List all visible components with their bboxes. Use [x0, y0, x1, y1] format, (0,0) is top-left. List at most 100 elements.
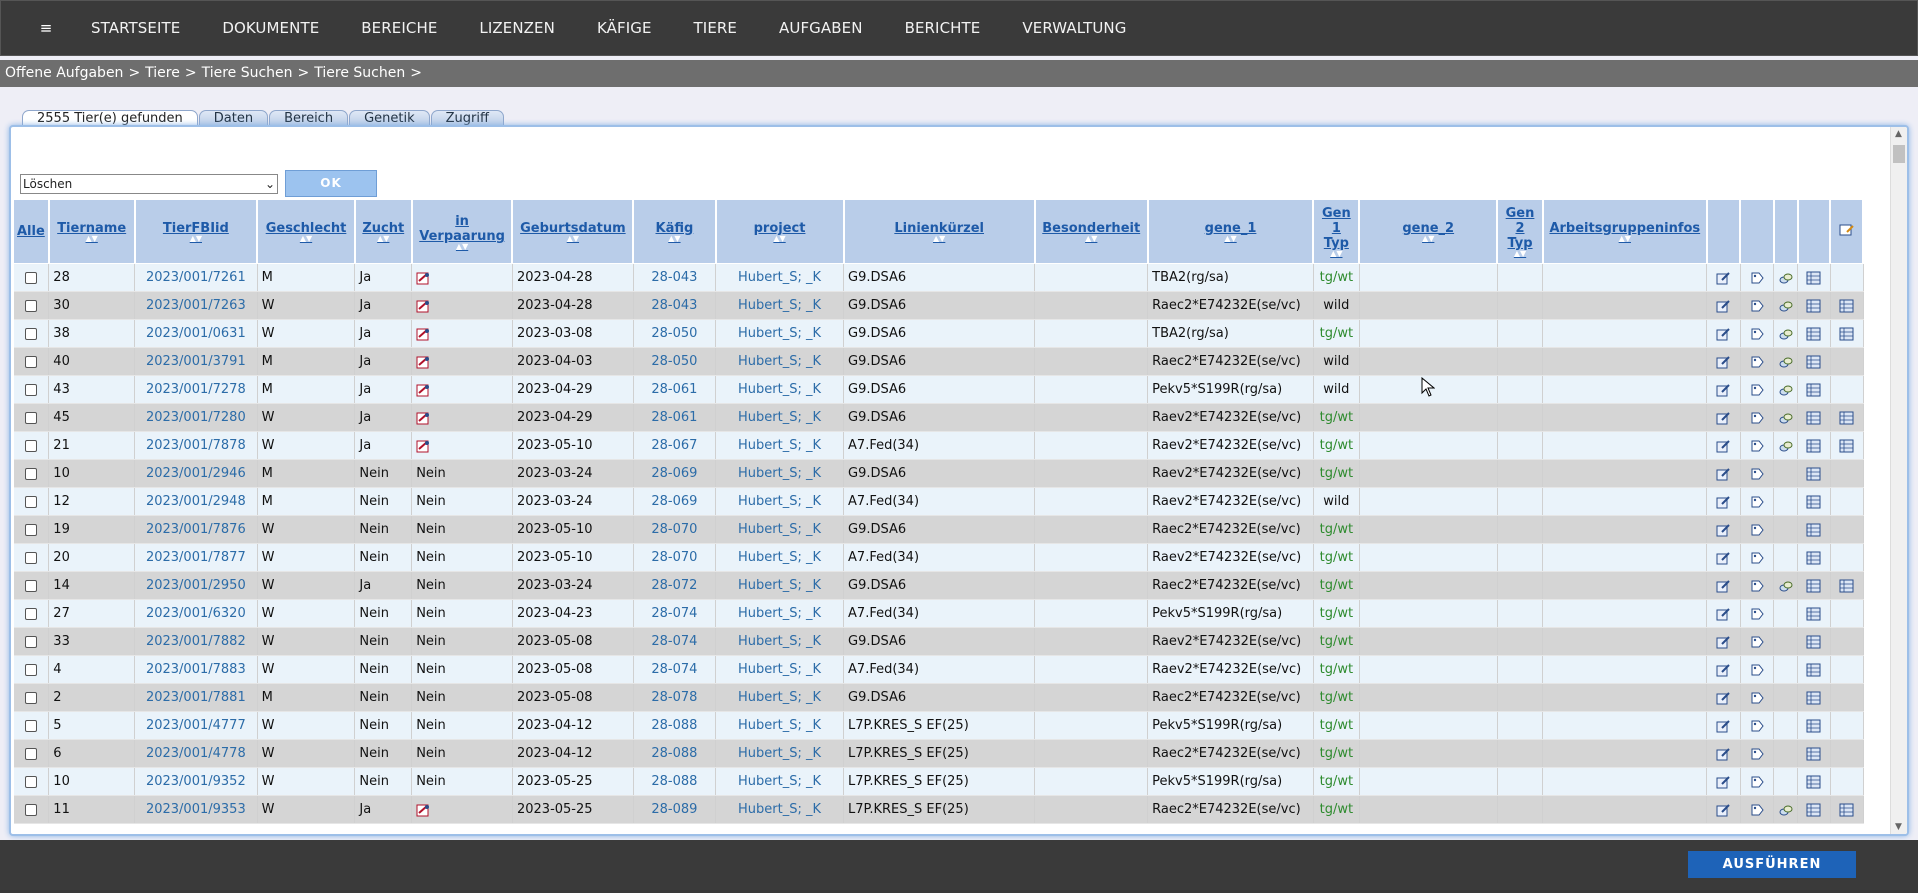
checkbox-cell[interactable] [13, 795, 50, 824]
project-header[interactable]: project ▲▼ [715, 199, 845, 264]
table-row[interactable]: 45 2023/001/7280 W Ja 2023-04-29 28-061 Hubert… [13, 403, 1864, 432]
kaefig-link[interactable]: 28-074 [633, 655, 717, 684]
table-row[interactable]: 38 2023/001/0631 W Ja 2023-03-08 28-050 Hubert… [13, 319, 1864, 348]
cage-card-icon[interactable] [1806, 691, 1821, 705]
tag-icon[interactable] [1750, 495, 1765, 509]
table-row[interactable]: 10 2023/001/9352 W Nein Nein 2023-05-25 28-088… [13, 767, 1864, 796]
row-checkbox[interactable] [24, 355, 37, 368]
zucht-header[interactable]: Zucht ▲▼ [354, 199, 413, 264]
nav-dokumente[interactable]: DOKUMENTE [200, 19, 339, 37]
sort-arrows-icon[interactable]: ▲▼ [637, 235, 711, 243]
kaefig-link[interactable]: 28-089 [633, 795, 717, 824]
vertical-scrollbar[interactable]: ▲ ▼ [1890, 127, 1907, 834]
table-row[interactable]: 27 2023/001/6320 W Nein Nein 2023-04-23 28-074… [13, 599, 1864, 628]
project-link[interactable]: Hubert_S; _K [715, 795, 845, 824]
edit-icon[interactable] [1716, 803, 1731, 817]
pair-icon[interactable] [1778, 327, 1793, 341]
edit-icon[interactable] [1716, 299, 1731, 313]
table-row[interactable]: 33 2023/001/7882 W Nein Nein 2023-05-08 28-074… [13, 627, 1864, 656]
tag-icon[interactable] [1750, 383, 1765, 397]
table-row[interactable]: 12 2023/001/2948 M Nein Nein 2023-03-24 28-069… [13, 487, 1864, 516]
kaefig-link[interactable]: 28-070 [633, 515, 717, 544]
action-select[interactable]: Löschen ⌄ [20, 173, 278, 194]
project-link[interactable]: Hubert_S; _K [715, 431, 845, 460]
nav-berichte[interactable]: BERICHTE [883, 19, 1001, 37]
checkbox-cell[interactable] [13, 543, 50, 572]
checkbox-cell[interactable] [13, 599, 50, 628]
pairing-icon[interactable] [416, 327, 431, 341]
cage-card-icon[interactable] [1806, 495, 1821, 509]
pairing-icon[interactable] [416, 271, 431, 285]
project-link[interactable]: Hubert_S; _K [715, 319, 845, 348]
kaefig-link[interactable]: 28-074 [633, 599, 717, 628]
cage-card-icon[interactable] [1806, 663, 1821, 677]
checkbox-cell[interactable] [13, 347, 50, 376]
project-link[interactable]: Hubert_S; _K [715, 627, 845, 656]
edit-icon[interactable] [1716, 747, 1731, 761]
cage-card-icon[interactable] [1806, 551, 1821, 565]
sort-arrows-icon[interactable]: ▲▼ [53, 235, 131, 243]
row-checkbox[interactable] [24, 607, 37, 620]
cage-card-icon[interactable] [1806, 271, 1821, 285]
cage-card-icon[interactable] [1839, 299, 1854, 313]
pairing-icon[interactable] [416, 299, 431, 313]
row-checkbox[interactable] [24, 719, 37, 732]
tierfbiid-link[interactable]: 2023/001/4777 [134, 711, 258, 740]
pairing-icon[interactable] [416, 383, 431, 397]
tierfbiid-link[interactable]: 2023/001/2950 [134, 571, 258, 600]
edit-icon[interactable] [1716, 327, 1731, 341]
cage-card-icon[interactable] [1806, 327, 1821, 341]
gene1-header[interactable]: gene_1 ▲▼ [1147, 199, 1315, 264]
pair-icon[interactable] [1778, 299, 1793, 313]
tierfbiid-link[interactable]: 2023/001/7280 [134, 403, 258, 432]
row-checkbox[interactable] [24, 803, 37, 816]
edit-icon[interactable] [1716, 663, 1731, 677]
tag-icon[interactable] [1750, 551, 1765, 565]
tag-icon[interactable] [1750, 691, 1765, 705]
row-checkbox[interactable] [24, 747, 37, 760]
tag-icon[interactable] [1750, 327, 1765, 341]
geschlecht-header[interactable]: Geschlecht ▲▼ [256, 199, 356, 264]
tierfbiid-link[interactable]: 2023/001/2946 [134, 459, 258, 488]
sort-arrows-icon[interactable]: ▲▼ [1152, 235, 1310, 243]
checkbox-cell[interactable] [13, 711, 50, 740]
pair-icon[interactable] [1778, 803, 1793, 817]
kaefig-link[interactable]: 28-050 [633, 347, 717, 376]
project-link[interactable]: Hubert_S; _K [715, 543, 845, 572]
nav-aufgaben[interactable]: AUFGABEN [757, 19, 883, 37]
tag-icon[interactable] [1750, 579, 1765, 593]
nav-bereiche[interactable]: BEREICHE [339, 19, 457, 37]
checkbox-cell[interactable] [13, 627, 50, 656]
cage-card-icon[interactable] [1806, 747, 1821, 761]
kaefig-link[interactable]: 28-088 [633, 739, 717, 768]
cage-card-icon[interactable] [1839, 327, 1854, 341]
tierfbiid-link[interactable]: 2023/001/7261 [134, 263, 258, 292]
cage-card-icon[interactable] [1806, 775, 1821, 789]
row-checkbox[interactable] [24, 467, 37, 480]
kaefig-link[interactable]: 28-061 [633, 375, 717, 404]
row-checkbox[interactable] [24, 439, 37, 452]
row-checkbox[interactable] [24, 635, 37, 648]
tierfbiid-link[interactable]: 2023/001/7878 [134, 431, 258, 460]
edit-all-icon[interactable] [1839, 223, 1855, 237]
cage-card-icon[interactable] [1806, 355, 1821, 369]
geburtsdatum-header[interactable]: Geburtsdatum ▲▼ [511, 199, 635, 264]
ok-button[interactable]: OK [285, 170, 377, 197]
tag-icon[interactable] [1750, 439, 1765, 453]
tierfbiid-link[interactable]: 2023/001/9353 [134, 795, 258, 824]
checkbox-cell[interactable] [13, 571, 50, 600]
gene2-header[interactable]: gene_2 ▲▼ [1358, 199, 1499, 264]
tierfbiid-link[interactable]: 2023/001/2948 [134, 487, 258, 516]
edit-icon[interactable] [1716, 383, 1731, 397]
edit-icon[interactable] [1716, 691, 1731, 705]
sort-arrows-icon[interactable]: ▲▼ [416, 242, 509, 250]
sort-arrows-icon[interactable]: ▲▼ [1501, 250, 1539, 258]
sort-arrows-icon[interactable]: ▲▼ [359, 235, 408, 243]
scroll-down-icon[interactable]: ▼ [1895, 822, 1902, 832]
pair-icon[interactable] [1778, 355, 1793, 369]
project-link[interactable]: Hubert_S; _K [715, 739, 845, 768]
kaefig-link[interactable]: 28-072 [633, 571, 717, 600]
sort-arrows-icon[interactable]: ▲▼ [848, 235, 1031, 243]
tierfbiid-link[interactable]: 2023/001/7883 [134, 655, 258, 684]
table-row[interactable]: 14 2023/001/2950 W Ja Nein 2023-03-24 28-072 Hu… [13, 571, 1864, 600]
